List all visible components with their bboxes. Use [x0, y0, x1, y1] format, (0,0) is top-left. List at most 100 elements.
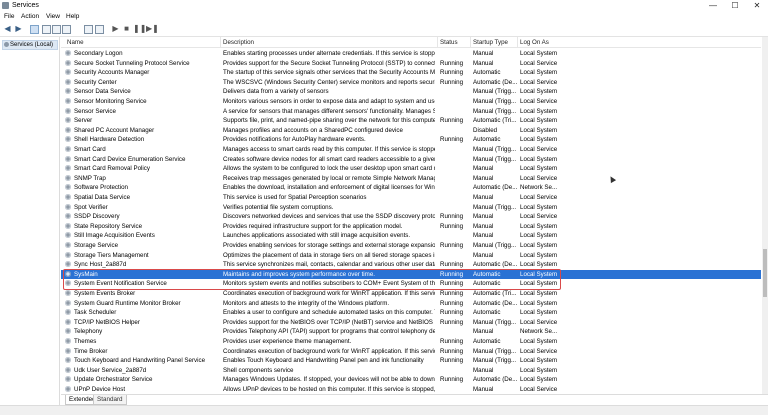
column-header-log-on-as[interactable]: Log On As: [520, 39, 549, 46]
tree-item-services-local[interactable]: Services (Local): [2, 40, 58, 50]
column-divider[interactable]: [470, 37, 471, 47]
column-header-startup-type[interactable]: Startup Type: [473, 39, 508, 46]
cell-name: Shared PC Account Manager: [65, 126, 220, 134]
column-divider[interactable]: [517, 37, 518, 47]
properties-icon[interactable]: [95, 25, 104, 34]
cell-name: Update Orchestrator Service: [65, 376, 220, 383]
table-row[interactable]: Spatial Data Service This service is used…: [61, 193, 761, 203]
cell-logon: Local Service: [520, 347, 558, 355]
cell-name: Smart Card Device Enumeration Service: [65, 155, 220, 163]
tab-standard[interactable]: Standard: [93, 395, 127, 405]
cell-startup: Manual: [473, 222, 494, 230]
forward-arrow-icon[interactable]: ▶: [14, 24, 23, 33]
show-hide-console-tree-icon[interactable]: [30, 25, 39, 34]
column-divider[interactable]: [437, 37, 438, 47]
cell-startup: Manual: [473, 165, 494, 173]
menu-action[interactable]: Action: [21, 13, 39, 20]
gear-icon: [65, 318, 71, 325]
table-row[interactable]: Sensor Data Service Delivers data from a …: [61, 87, 761, 97]
cell-logon: Local System: [520, 242, 558, 249]
table-row[interactable]: Smart Card Device Enumeration Service Cre…: [61, 155, 761, 165]
table-row[interactable]: Spot Verifier Verifies potential file sys…: [61, 203, 761, 213]
table-row[interactable]: Sensor Service A service for sensors that…: [61, 107, 761, 117]
cell-status: Running: [440, 78, 464, 86]
cell-startup: Manual: [473, 366, 494, 374]
stop-service-icon[interactable]: ■: [122, 24, 131, 33]
service-name: Spatial Data Service: [74, 194, 131, 201]
table-row[interactable]: Secondary Logon Enables starting processe…: [61, 49, 761, 59]
table-row[interactable]: Time Broker Coordinates execution of back…: [61, 347, 761, 357]
service-name: Sensor Data Service: [74, 88, 131, 96]
table-row[interactable]: Touch Keyboard and Handwriting Panel Ser…: [61, 356, 761, 366]
column-header-name[interactable]: Name: [67, 39, 84, 46]
table-row[interactable]: Software Protection Enables the download,…: [61, 183, 761, 193]
table-row[interactable]: SSDP Discovery Discovers networked device…: [61, 212, 761, 222]
cell-logon: Local System: [520, 366, 558, 374]
pause-service-icon[interactable]: ❚❚: [133, 24, 146, 33]
restart-service-icon[interactable]: ▶❚: [146, 24, 159, 33]
table-row[interactable]: Shared PC Account Manager Manages profile…: [61, 126, 761, 136]
cell-status: Running: [440, 290, 464, 297]
cell-logon: Local System: [520, 69, 558, 77]
table-row[interactable]: SNMP Trap Receives trap messages generate…: [61, 174, 761, 184]
cell-description: Coordinates execution of background work…: [223, 290, 435, 297]
table-row[interactable]: Task Scheduler Enables a user to configur…: [61, 308, 761, 318]
table-row[interactable]: Storage Service Provides enabling service…: [61, 241, 761, 251]
maximize-button[interactable]: ☐: [727, 1, 743, 11]
column-divider[interactable]: [220, 37, 221, 47]
menu-file[interactable]: File: [4, 13, 14, 20]
table-row[interactable]: Shell Hardware Detection Provides notific…: [61, 135, 761, 145]
cell-logon: Local Service: [520, 98, 558, 105]
close-button[interactable]: ✕: [749, 1, 765, 11]
cell-description: Receives trap messages generated by loca…: [223, 174, 435, 182]
service-name: TCP/IP NetBIOS Helper: [74, 318, 140, 326]
table-row[interactable]: Security Accounts Manager The startup of …: [61, 68, 761, 78]
column-header-description[interactable]: Description: [223, 39, 254, 46]
cell-description: Provides user experience theme managemen…: [223, 338, 352, 345]
table-row[interactable]: UPnP Device Host Allows UPnP devices to b…: [61, 385, 761, 394]
table-row[interactable]: Telephony Provides Telephony API (TAPI) s…: [61, 327, 761, 337]
service-name: Secure Socket Tunneling Protocol Service: [74, 59, 190, 67]
tree-item-label: Services (Local): [10, 42, 54, 48]
table-row[interactable]: TCP/IP NetBIOS Helper Provides support fo…: [61, 318, 761, 328]
refresh-icon[interactable]: [52, 25, 61, 34]
column-header-status[interactable]: Status: [440, 39, 458, 46]
list-view-icon[interactable]: [42, 25, 51, 34]
cell-logon: Local System: [520, 155, 558, 163]
cell-status: Running: [440, 261, 464, 269]
scrollbar-thumb[interactable]: [763, 249, 767, 297]
table-row[interactable]: Udk User Service_2a887d Shell components …: [61, 366, 761, 376]
cell-startup: Manual: [473, 174, 494, 182]
cell-description: Enables the download, installation and e…: [223, 184, 435, 192]
table-row[interactable]: System Guard Runtime Monitor Broker Monit…: [61, 299, 761, 309]
table-row[interactable]: Update Orchestrator Service Manages Windo…: [61, 375, 761, 385]
cell-name: Spatial Data Service: [65, 194, 220, 201]
back-arrow-icon[interactable]: ◀: [3, 24, 12, 33]
table-row[interactable]: State Repository Service Provides require…: [61, 222, 761, 232]
table-row[interactable]: Storage Tiers Management Optimizes the pl…: [61, 251, 761, 261]
gear-icon: [65, 126, 71, 133]
service-name: Sensor Service: [74, 107, 116, 115]
start-service-icon[interactable]: ▶: [111, 24, 120, 33]
gear-icon: [65, 290, 71, 296]
table-row[interactable]: Server Supports file, print, and named-pi…: [61, 116, 761, 126]
cell-name: TCP/IP NetBIOS Helper: [65, 318, 220, 326]
minimize-button[interactable]: —: [705, 1, 721, 11]
table-row[interactable]: Security Center The WSCSVC (Windows Secur…: [61, 78, 761, 88]
export-list-icon[interactable]: [62, 25, 71, 34]
gear-icon: [65, 117, 71, 124]
menu-help[interactable]: Help: [66, 13, 79, 20]
vertical-scrollbar[interactable]: [762, 37, 768, 394]
table-row[interactable]: System Events Broker Coordinates executio…: [61, 289, 761, 299]
table-row[interactable]: Themes Provides user experience theme man…: [61, 337, 761, 347]
table-row[interactable]: Secure Socket Tunneling Protocol Service…: [61, 59, 761, 69]
table-row[interactable]: Smart Card Manages access to smart cards …: [61, 145, 761, 155]
service-name: Smart Card Device Enumeration Service: [74, 155, 186, 163]
table-row[interactable]: Smart Card Removal Policy Allows the syst…: [61, 164, 761, 174]
menu-view[interactable]: View: [46, 13, 60, 20]
table-row[interactable]: Still Image Acquisition Events Launches a…: [61, 231, 761, 241]
table-row[interactable]: Sensor Monitoring Service Monitors variou…: [61, 97, 761, 107]
help-icon[interactable]: [84, 25, 93, 34]
cell-logon: Network Se...: [520, 184, 558, 192]
cell-startup: Automatic (De...: [473, 376, 518, 384]
